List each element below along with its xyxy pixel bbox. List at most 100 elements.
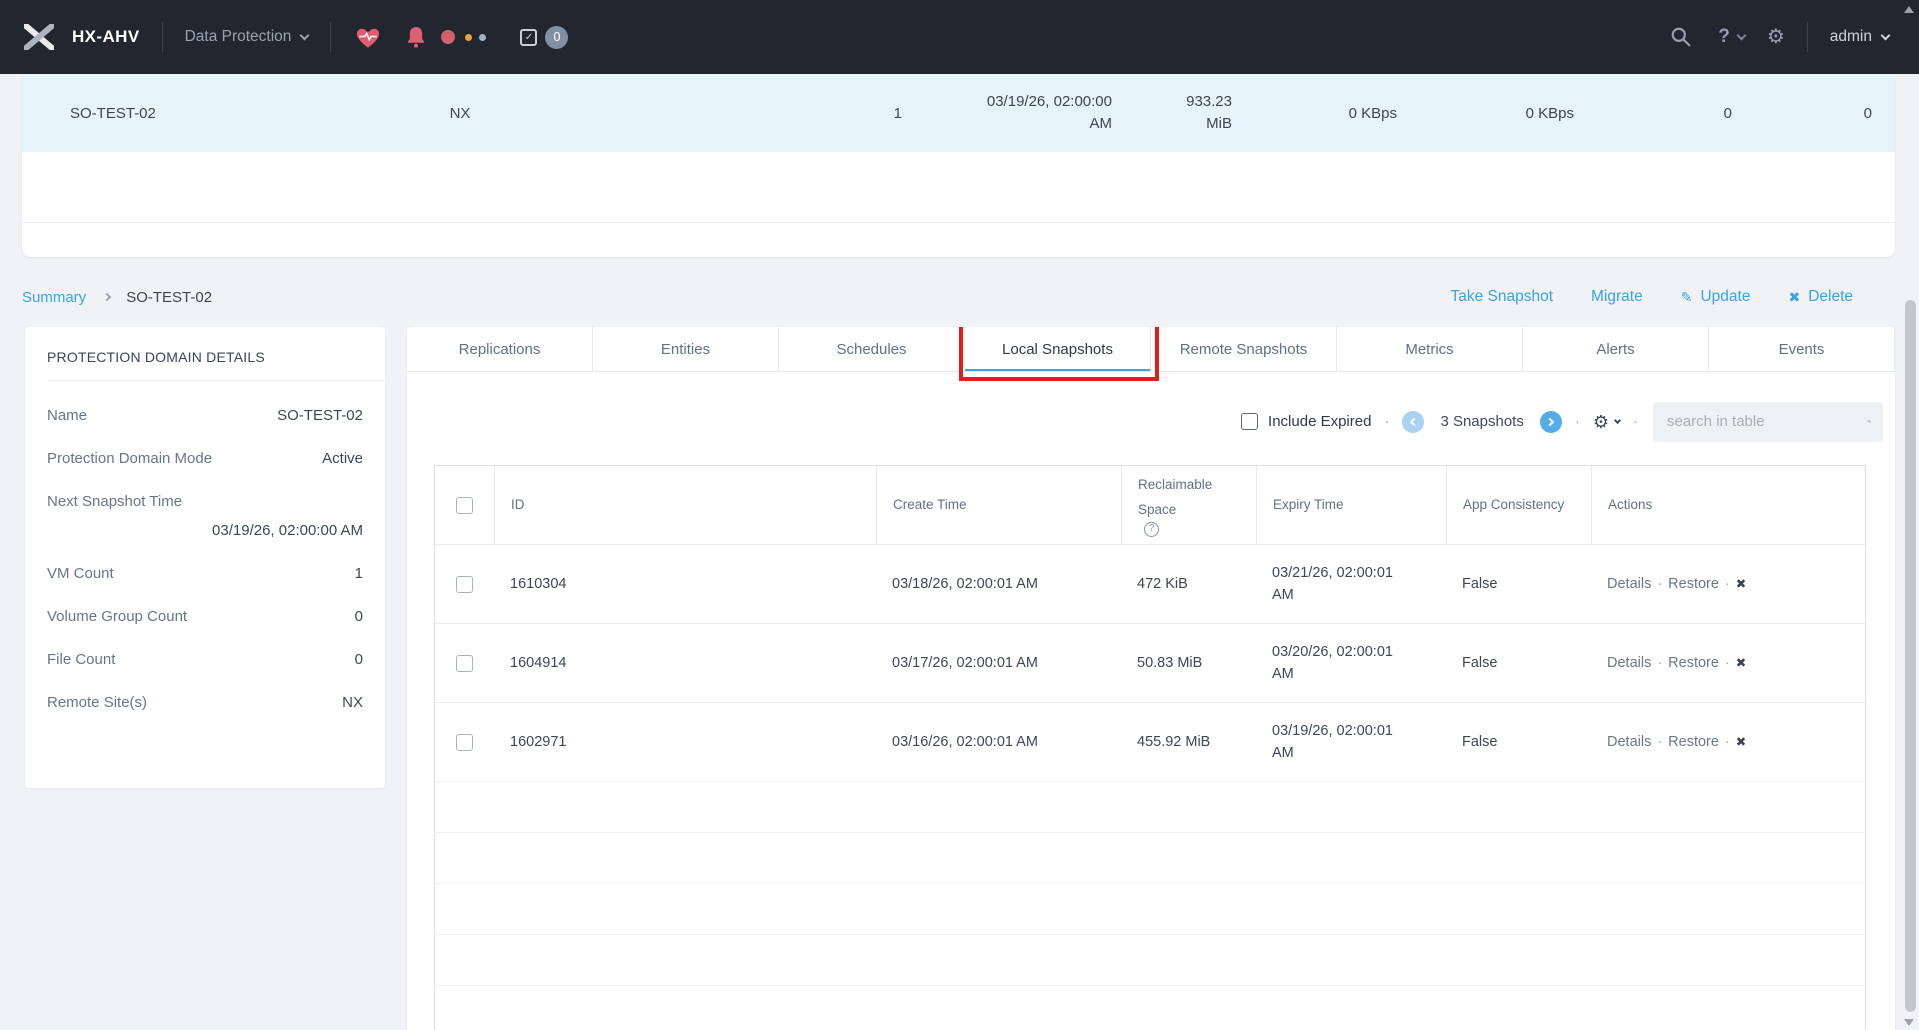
snapshot-id-cell: 1604914: [494, 655, 876, 671]
section-menu-dropdown[interactable]: Data Protection: [185, 28, 309, 46]
protection-domain-details-panel: PROTECTION DOMAIN DETAILS Name SO-TEST-0…: [25, 327, 385, 788]
take-snapshot-button[interactable]: Take Snapshot: [1451, 288, 1554, 306]
delete-snapshot-x-icon[interactable]: ✖: [1736, 656, 1746, 670]
details-row-vm-count: VM Count 1: [25, 565, 385, 582]
tab-local-snapshots[interactable]: Local Snapshots: [965, 327, 1151, 371]
include-expired-label: Include Expired: [1268, 413, 1371, 430]
top-navbar: HX-AHV Data Protection ✓: [0, 0, 1919, 74]
help-tooltip-icon[interactable]: ?: [1144, 522, 1159, 537]
expiry-time-cell: 03/19/26, 02:00:01 AM: [1256, 720, 1446, 765]
overview-remote-site-cell: NX: [345, 105, 575, 122]
tab-metrics[interactable]: Metrics: [1337, 327, 1523, 371]
details-row-mode: Protection Domain Mode Active: [25, 450, 385, 467]
row-checkbox[interactable]: [456, 576, 473, 593]
gear-icon[interactable]: ⚙: [1767, 27, 1785, 47]
scrollbar-up-arrow[interactable]: [1904, 6, 1914, 13]
delete-snapshot-x-icon[interactable]: ✖: [1736, 735, 1746, 749]
create-time-cell: 03/17/26, 02:00:01 AM: [876, 655, 1121, 671]
select-all-checkbox[interactable]: [456, 497, 473, 514]
search-icon[interactable]: [1670, 26, 1692, 48]
reclaimable-space-cell: 50.83 MiB: [1121, 655, 1256, 671]
breadcrumb-summary-link[interactable]: Summary: [22, 289, 86, 306]
expiry-time-cell: 03/21/26, 02:00:01 AM: [1256, 562, 1446, 607]
restore-link[interactable]: Restore: [1668, 655, 1719, 671]
tab-entities[interactable]: Entities: [593, 327, 779, 371]
details-row-volume-group-count: Volume Group Count 0: [25, 608, 385, 625]
tasks-checklist-icon[interactable]: ✓: [520, 29, 537, 46]
column-header-reclaimable-space[interactable]: Reclaimable Space?: [1121, 466, 1256, 544]
column-header-create-time[interactable]: Create Time: [876, 466, 1121, 544]
chevron-down-icon: [1614, 417, 1621, 424]
migrate-button[interactable]: Migrate: [1591, 288, 1643, 306]
chevron-down-icon[interactable]: [1736, 30, 1746, 40]
row-checkbox[interactable]: [456, 655, 473, 672]
overview-bandwidth-tx-cell: 0 KBps: [1232, 105, 1397, 122]
critical-alert-dot-icon[interactable]: [441, 30, 455, 44]
details-row-next-snapshot: Next Snapshot Time 03/19/26, 02:00:00 AM: [25, 493, 385, 539]
column-header-app-consistency[interactable]: App Consistency: [1446, 466, 1591, 544]
snapshot-row[interactable]: 1604914 03/17/26, 02:00:01 AM 50.83 MiB …: [435, 623, 1865, 702]
tab-schedules[interactable]: Schedules: [779, 327, 965, 371]
divider: [47, 380, 385, 381]
separator-dot: ·: [1633, 413, 1638, 430]
table-settings-gear-icon[interactable]: ⚙: [1593, 413, 1620, 431]
delete-snapshot-x-icon[interactable]: ✖: [1736, 577, 1746, 591]
help-icon[interactable]: ?: [1718, 26, 1730, 48]
expiry-time-cell: 03/20/26, 02:00:01 AM: [1256, 641, 1446, 686]
user-menu[interactable]: admin: [1830, 28, 1889, 46]
overview-vm-count-cell: 1: [575, 105, 902, 122]
empty-table-row: [435, 985, 1865, 1030]
remote-site-link[interactable]: NX: [342, 694, 363, 711]
snapshot-row[interactable]: 1610304 03/18/26, 02:00:01 AM 472 KiB 03…: [435, 544, 1865, 623]
warning-dot-icon[interactable]: [465, 34, 472, 41]
details-link[interactable]: Details: [1607, 655, 1651, 671]
search-icon: [1868, 413, 1871, 430]
overview-count-a-cell: 0: [1574, 105, 1732, 122]
update-button[interactable]: ✎Update: [1681, 288, 1751, 306]
details-link[interactable]: Details: [1607, 734, 1651, 750]
details-row-name: Name SO-TEST-02: [25, 407, 385, 424]
snapshot-id-cell: 1602971: [494, 734, 876, 750]
details-link[interactable]: Details: [1607, 576, 1651, 592]
pagination-prev-button[interactable]: [1402, 411, 1424, 433]
snapshot-row[interactable]: 1602971 03/16/26, 02:00:01 AM 455.92 MiB…: [435, 702, 1865, 781]
pencil-icon: ✎: [1681, 289, 1693, 306]
scrollbar-thumb[interactable]: [1905, 300, 1916, 1012]
tasks-count-badge[interactable]: 0: [545, 26, 568, 49]
breadcrumb-row: Summary SO-TEST-02 Take Snapshot Migrate…: [22, 280, 1895, 314]
navbar-left: HX-AHV Data Protection ✓: [0, 22, 568, 52]
overview-next-snapshot-cell: 03/19/26, 02:00:00 AM: [902, 91, 1112, 136]
tab-events[interactable]: Events: [1709, 327, 1895, 371]
table-header-row: ID Create Time Reclaimable Space? Expiry…: [435, 466, 1865, 544]
details-panel-title: PROTECTION DOMAIN DETAILS: [25, 327, 385, 380]
restore-link[interactable]: Restore: [1668, 576, 1719, 592]
scrollbar-down-arrow[interactable]: [1904, 1019, 1914, 1026]
info-dot-icon[interactable]: [479, 34, 486, 41]
username-label: admin: [1830, 28, 1872, 46]
overview-row-selected[interactable]: SO-TEST-02 NX 1 03/19/26, 02:00:00 AM 93…: [22, 74, 1895, 152]
empty-table-row: [435, 883, 1865, 934]
nutanix-logo-icon[interactable]: [24, 24, 54, 50]
health-heart-icon[interactable]: [355, 25, 381, 49]
alerts-bell-icon[interactable]: [405, 25, 427, 49]
navbar-divider: [330, 22, 331, 52]
empty-table-row: [435, 832, 1865, 883]
snapshots-count-label: 3 Snapshots: [1440, 413, 1523, 430]
tab-remote-snapshots[interactable]: Remote Snapshots: [1151, 327, 1337, 371]
pagination-next-button[interactable]: [1540, 411, 1562, 433]
separator-dot: ·: [1384, 413, 1389, 430]
overview-name-cell: SO-TEST-02: [70, 105, 345, 122]
restore-link[interactable]: Restore: [1668, 734, 1719, 750]
tab-alerts[interactable]: Alerts: [1523, 327, 1709, 371]
include-expired-checkbox[interactable]: [1241, 413, 1258, 430]
column-header-id[interactable]: ID: [494, 466, 876, 544]
health-status-icons: [353, 25, 486, 49]
overview-bandwidth-rx-cell: 0 KBps: [1397, 105, 1574, 122]
reclaimable-space-cell: 455.92 MiB: [1121, 734, 1256, 750]
column-header-expiry-time[interactable]: Expiry Time: [1256, 466, 1446, 544]
table-search-input[interactable]: [1665, 412, 1868, 431]
separator-dot: ·: [1575, 413, 1580, 430]
row-checkbox[interactable]: [456, 734, 473, 751]
tab-replications[interactable]: Replications: [407, 327, 593, 371]
delete-button[interactable]: ✖Delete: [1788, 288, 1853, 306]
